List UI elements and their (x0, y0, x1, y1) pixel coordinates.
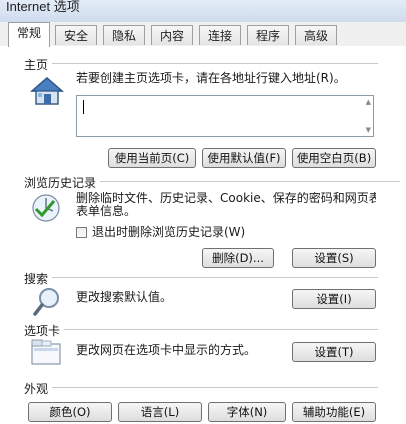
search-divider (52, 277, 378, 278)
history-description-continued: 表单信息。 (76, 204, 137, 218)
colors-button[interactable]: 颜色(O) (28, 402, 112, 422)
accessibility-button[interactable]: 辅助功能(E) (292, 402, 376, 422)
delete-history-on-exit-label[interactable]: 退出时删除浏览历史记录(W) (92, 226, 245, 239)
use-current-page-button[interactable]: 使用当前页(C) (108, 148, 196, 168)
tabs-settings-button[interactable]: 设置(T) (292, 342, 376, 362)
tab-content[interactable]: 内容 (151, 25, 194, 45)
tab-advanced[interactable]: 高级 (295, 25, 338, 45)
home-divider (52, 63, 378, 64)
home-page-address-field[interactable]: ▲ ▼ (76, 95, 374, 137)
tab-strip: 常规 安全 隐私 内容 连接 程序 高级 (0, 22, 406, 47)
fonts-button[interactable]: 字体(N) (208, 402, 286, 422)
scroll-down-arrow-icon[interactable]: ▼ (366, 126, 371, 134)
tabs-divider (64, 329, 378, 330)
history-divider (100, 181, 400, 182)
tab-security[interactable]: 安全 (55, 25, 98, 45)
home-description: 若要创建主页选项卡，请在各地址行键入地址(R)。 (76, 71, 346, 85)
delete-history-button[interactable]: 删除(D)... (202, 248, 274, 268)
window-title: Internet 选项 (6, 0, 80, 14)
history-check-icon (32, 194, 60, 222)
use-default-button[interactable]: 使用默认值(F) (202, 148, 286, 168)
tabs-section-title: 选项卡 (24, 324, 61, 338)
house-icon (30, 77, 64, 105)
scroll-up-arrow-icon[interactable]: ▲ (366, 98, 371, 106)
languages-button[interactable]: 语言(L) (118, 402, 202, 422)
text-caret (83, 100, 84, 114)
tabs-description: 更改网页在选项卡中显示的方式。 (76, 343, 257, 357)
tab-privacy[interactable]: 隐私 (103, 25, 146, 45)
tabs-window-icon (31, 339, 61, 365)
search-description: 更改搜索默认值。 (76, 290, 173, 304)
appearance-divider (52, 387, 378, 388)
history-settings-button[interactable]: 设置(S) (292, 248, 376, 268)
search-settings-button[interactable]: 设置(I) (292, 289, 376, 309)
appearance-section-title: 外观 (24, 382, 49, 396)
search-section-title: 搜索 (24, 272, 49, 286)
general-tab-panel: 主页 若要创建主页选项卡，请在各地址行键入地址(R)。 ▲ ▼ 使用当前页(C)… (0, 46, 406, 424)
tab-connections[interactable]: 连接 (199, 25, 242, 45)
magnifier-icon (33, 288, 59, 316)
delete-history-on-exit-checkbox[interactable] (76, 227, 87, 238)
use-blank-button[interactable]: 使用空白页(B) (292, 148, 376, 168)
tab-programs[interactable]: 程序 (247, 25, 290, 45)
tab-general[interactable]: 常规 (8, 22, 51, 47)
history-section-title: 浏览历史记录 (24, 176, 97, 190)
title-bar: Internet 选项 (0, 0, 406, 22)
home-section-title: 主页 (24, 58, 49, 72)
